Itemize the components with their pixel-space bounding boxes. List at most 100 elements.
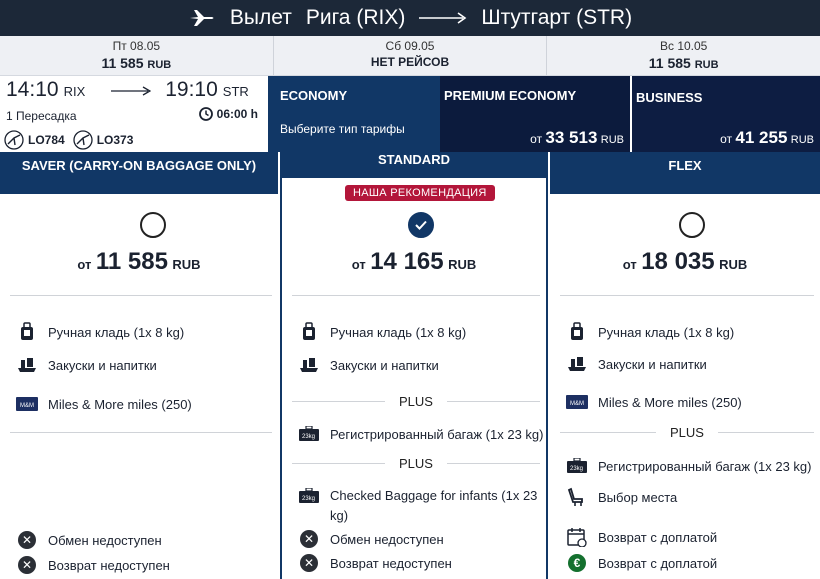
fare-column-standard: от 14 165 RUB Ручная кладь (1x 8 kg) Зак… <box>280 194 548 579</box>
restriction-item: ✕ Возврат недоступен <box>298 553 452 573</box>
plus-divider: PLUS <box>292 394 540 409</box>
feature-item: Закуски и напитки <box>16 355 157 375</box>
origin-city: Рига (RIX) <box>305 6 406 29</box>
infant-bag-icon: 23kg <box>298 486 320 506</box>
cabin-tab-economy[interactable]: ECONOMY Выберите тип тарифы <box>268 76 440 152</box>
feature-item: M&M Miles & More miles (250) <box>566 392 742 412</box>
fare-name: STANDARD <box>378 152 450 167</box>
svg-text:M&M: M&M <box>20 403 34 409</box>
snacks-icon <box>16 355 38 375</box>
cabin-tab-premium-economy[interactable]: PREMIUM ECONOMY от 33 513 RUB <box>440 76 630 152</box>
duration-value: 06:00 h <box>216 107 258 121</box>
date-day: Вс 10.05 <box>659 39 708 53</box>
svg-text:23kg: 23kg <box>570 466 583 472</box>
feature-item: Закуски и напитки <box>566 354 707 374</box>
restriction-item: ✕ Возврат недоступен <box>16 555 170 575</box>
svg-text:23kg: 23kg <box>302 496 315 502</box>
miles-card-icon: M&M <box>566 392 588 412</box>
departure-time: 14:10 <box>6 78 59 101</box>
flight-number: LO784 <box>28 133 65 147</box>
date-selector: Пт 08.05 11 585 RUB Сб 09.05 НЕТ РЕЙСОВ … <box>0 36 820 76</box>
euro-coin-icon: € <box>566 553 588 573</box>
fare-name: FLEX <box>668 158 702 173</box>
cabin-subtitle: Выберите тип тарифы <box>280 122 405 136</box>
close-circle-icon: ✕ <box>18 556 36 574</box>
divider <box>560 295 814 296</box>
cabin-price: от 33 513 RUB <box>530 128 624 147</box>
arrow-right-icon <box>111 86 152 96</box>
flight-number: LO373 <box>96 133 134 147</box>
departure-code: RIX <box>63 84 86 99</box>
date-price: 11 585 <box>101 55 144 71</box>
feature-item: Ручная кладь (1x 8 kg) <box>566 322 734 342</box>
cabin-name: PREMIUM ECONOMY <box>444 88 577 103</box>
checkmark-icon <box>415 220 427 230</box>
fare-radio-standard[interactable] <box>408 212 434 238</box>
cabin-name: ECONOMY <box>280 88 348 103</box>
date-option[interactable]: Сб 09.05 НЕТ РЕЙСОВ <box>274 36 548 75</box>
plus-divider: PLUS <box>560 425 814 440</box>
date-currency: RUB <box>147 59 172 71</box>
fare-price: от 14 165 RUB <box>351 248 477 275</box>
date-option[interactable]: Вс 10.05 11 585 RUB <box>547 36 820 75</box>
fare-header-standard[interactable]: STANDARD НАША РЕКОМЕНДАЦИЯ <box>280 152 548 201</box>
fare-header-saver[interactable]: SAVER (CARRY-ON BAGGAGE ONLY) <box>0 152 278 194</box>
feature-item: Возврат с доплатой <box>566 527 717 547</box>
feature-item: € Возврат с доплатой <box>566 553 717 573</box>
lot-airline-logo-icon <box>73 130 93 150</box>
divider <box>10 432 272 433</box>
date-day: Сб 09.05 <box>385 39 435 53</box>
checked-bag-icon: 23kg <box>298 424 320 444</box>
flight-duration: 06:00 h <box>198 107 258 121</box>
restriction-item: ✕ Обмен недоступен <box>298 529 444 549</box>
seat-icon <box>566 487 588 507</box>
date-no-flights: НЕТ РЕЙСОВ <box>370 55 450 69</box>
airplane-icon <box>189 10 214 26</box>
cabin-tab-business[interactable]: BUSINESS от 41 255 RUB <box>630 76 820 152</box>
restriction-item: ✕ Обмен недоступен <box>16 530 162 550</box>
feature-item: 23kg Регистрированный багаж (1x 23 kg) <box>298 424 543 444</box>
svg-text:23kg: 23kg <box>302 434 315 440</box>
svg-text:M&M: M&M <box>570 401 584 407</box>
feature-item: 23kg Регистрированный багаж (1x 23 kg) <box>566 456 811 476</box>
arrow-right-icon <box>419 12 467 24</box>
close-circle-icon: ✕ <box>300 530 318 548</box>
plus-divider: PLUS <box>292 456 540 471</box>
stops-count: 1 Пересадка <box>6 109 77 123</box>
cabin-price: от 41 255 RUB <box>720 128 814 147</box>
divider <box>10 295 272 296</box>
feature-item: Выбор места <box>566 487 677 507</box>
fare-price: от 11 585 RUB <box>77 248 201 275</box>
arrival-code: STR <box>222 84 249 99</box>
flight-numbers: LO784 LO373 <box>4 130 133 150</box>
snacks-icon <box>298 355 320 375</box>
fare-radio-flex[interactable] <box>679 212 705 238</box>
fare-price: от 18 035 RUB <box>622 248 748 275</box>
date-price: 11 585 <box>648 55 691 71</box>
fare-header-flex[interactable]: FLEX <box>550 152 820 194</box>
carry-on-bag-icon <box>566 322 588 342</box>
close-circle-icon: ✕ <box>18 531 36 549</box>
fare-column-saver: от 11 585 RUB Ручная кладь (1x 8 kg) Зак… <box>0 194 278 579</box>
carry-on-bag-icon <box>16 322 38 342</box>
clock-icon <box>198 107 213 121</box>
checked-bag-icon: 23kg <box>566 456 588 476</box>
route-header: Вылет Рига (RIX) Штутгарт (STR) <box>0 0 820 36</box>
date-option[interactable]: Пт 08.05 11 585 RUB <box>0 36 274 75</box>
feature-item: Ручная кладь (1x 8 kg) <box>16 322 184 342</box>
date-currency: RUB <box>694 59 719 71</box>
date-day: Пт 08.05 <box>112 39 161 53</box>
cabin-name: BUSINESS <box>636 90 703 105</box>
destination-city: Штутгарт (STR) <box>481 6 633 29</box>
fare-column-flex: от 18 035 RUB Ручная кладь (1x 8 kg) Зак… <box>550 194 820 579</box>
miles-card-icon: M&M <box>16 394 38 414</box>
fare-radio-saver[interactable] <box>140 212 166 238</box>
feature-item: Закуски и напитки <box>298 355 439 375</box>
calendar-refund-icon <box>566 527 588 547</box>
close-circle-icon: ✕ <box>300 554 318 572</box>
feature-item: Ручная кладь (1x 8 kg) <box>298 322 466 342</box>
carry-on-bag-icon <box>298 322 320 342</box>
arrival-time: 19:10 <box>165 78 218 101</box>
feature-item: M&M Miles & More miles (250) <box>16 394 192 414</box>
lot-airline-logo-icon <box>4 130 24 150</box>
